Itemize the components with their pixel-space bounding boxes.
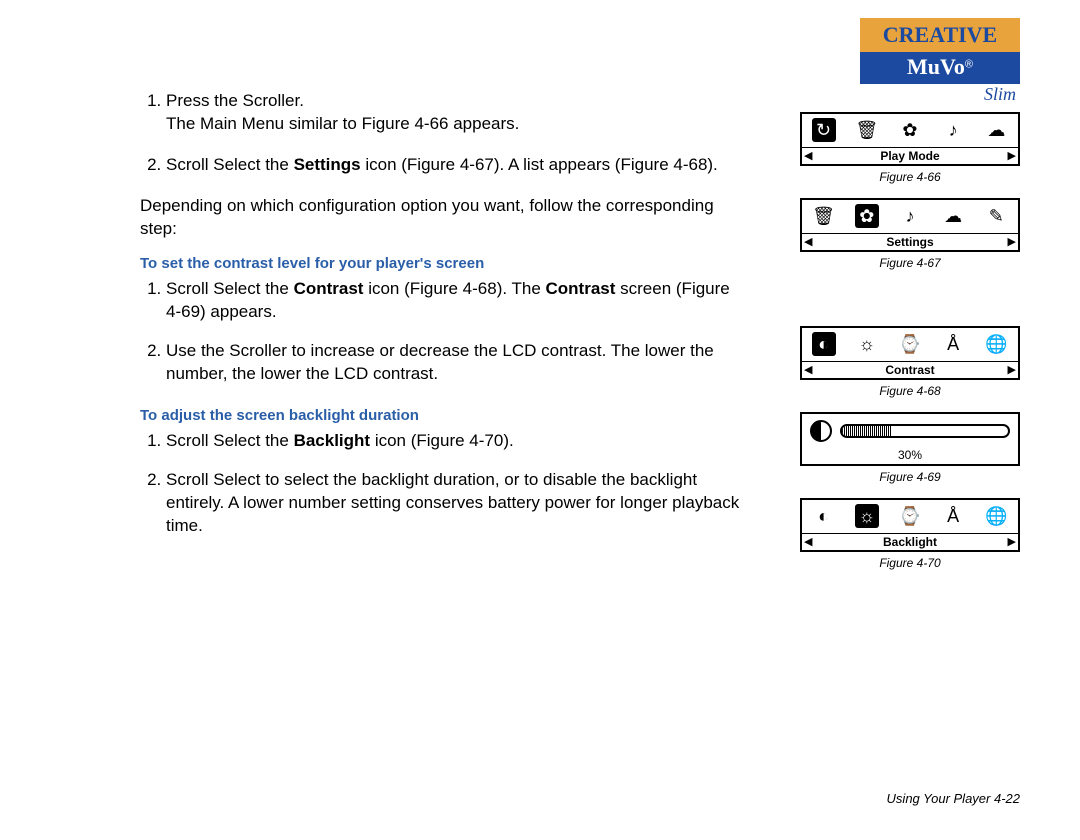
backlight-step-2: Scroll Select to select the backlight du…	[166, 469, 740, 538]
clock-icon: ⌚	[898, 504, 922, 528]
figure-4-70: ◐ ☼ ⌚ Å 🌐 ◀ Backlight ▶	[800, 498, 1020, 552]
backlight-icon: ☼	[855, 332, 879, 356]
speech-icon: ☁	[984, 118, 1008, 142]
section-backlight-title: To adjust the screen backlight duration	[114, 407, 740, 424]
trash-icon: 🗑	[855, 118, 879, 142]
slim-text: Slim	[860, 84, 1020, 105]
figure-4-66: ↻ 🗑 ✿ ♪ ☁ ◀ Play Mode ▶	[800, 112, 1020, 166]
figure-4-68: ◐ ☼ ⌚ Å 🌐 ◀ Contrast ▶	[800, 326, 1020, 380]
globe-icon: 🌐	[984, 332, 1008, 356]
backlight-step-1: Scroll Select the Backlight icon (Figure…	[166, 430, 740, 453]
playmode-icon: ↻	[812, 118, 836, 142]
main-content: Press the Scroller. The Main Menu simila…	[140, 90, 740, 554]
figure-4-67: 🗑 ✿ ♪ ☁ ✎ ◀ Settings ▶	[800, 198, 1020, 252]
left-arrow-icon: ◀	[804, 363, 812, 376]
contrast-icon: ◐	[812, 332, 836, 356]
contrast-icon	[810, 420, 832, 442]
contrast-value: 30%	[898, 448, 922, 462]
antenna-icon: Å	[941, 332, 965, 356]
contrast-bar	[840, 424, 1010, 438]
backlight-icon: ☼	[855, 504, 879, 528]
fig-4-67-caption: Figure 4-67	[800, 256, 1020, 270]
right-arrow-icon: ▶	[1008, 149, 1016, 162]
contrast-step-1: Scroll Select the Contrast icon (Figure …	[166, 278, 740, 324]
creative-logo: CREATIVE	[860, 18, 1020, 52]
trash-icon: 🗑	[812, 204, 836, 228]
gear-icon: ✿	[898, 118, 922, 142]
right-arrow-icon: ▶	[1008, 235, 1016, 248]
intro-step-1: Press the Scroller. The Main Menu simila…	[166, 90, 740, 136]
music-icon: ♪	[898, 204, 922, 228]
muvo-text: MuVo	[907, 54, 965, 79]
right-arrow-icon: ▶	[1008, 363, 1016, 376]
creative-text: CREATIVE	[883, 22, 998, 47]
page-footer: Using Your Player 4-22	[887, 791, 1020, 806]
fig-4-69-caption: Figure 4-69	[800, 470, 1020, 484]
section-contrast-title: To set the contrast level for your playe…	[114, 255, 740, 272]
speech-icon: ☁	[941, 204, 965, 228]
left-arrow-icon: ◀	[804, 235, 812, 248]
intro-step-2: Scroll Select the Settings icon (Figure …	[166, 154, 740, 177]
mic-icon: ✎	[984, 204, 1008, 228]
contrast-step-2: Use the Scroller to increase or decrease…	[166, 340, 740, 386]
depending-text: Depending on which configuration option …	[140, 195, 740, 241]
right-arrow-icon: ▶	[1008, 535, 1016, 548]
fig-4-70-caption: Figure 4-70	[800, 556, 1020, 570]
muvo-logo: MuVo®	[860, 52, 1020, 84]
fig-4-66-caption: Figure 4-66	[800, 170, 1020, 184]
brand-logo: CREATIVE MuVo® Slim	[860, 18, 1020, 105]
contrast-icon: ◐	[812, 504, 836, 528]
left-arrow-icon: ◀	[804, 149, 812, 162]
fig-4-68-caption: Figure 4-68	[800, 384, 1020, 398]
figures-column: ↻ 🗑 ✿ ♪ ☁ ◀ Play Mode ▶ Figure 4-66 🗑 ✿ …	[800, 112, 1020, 584]
clock-icon: ⌚	[898, 332, 922, 356]
left-arrow-icon: ◀	[804, 535, 812, 548]
gear-icon: ✿	[855, 204, 879, 228]
globe-icon: 🌐	[984, 504, 1008, 528]
music-icon: ♪	[941, 118, 965, 142]
figure-4-69: 30%	[800, 412, 1020, 466]
antenna-icon: Å	[941, 504, 965, 528]
